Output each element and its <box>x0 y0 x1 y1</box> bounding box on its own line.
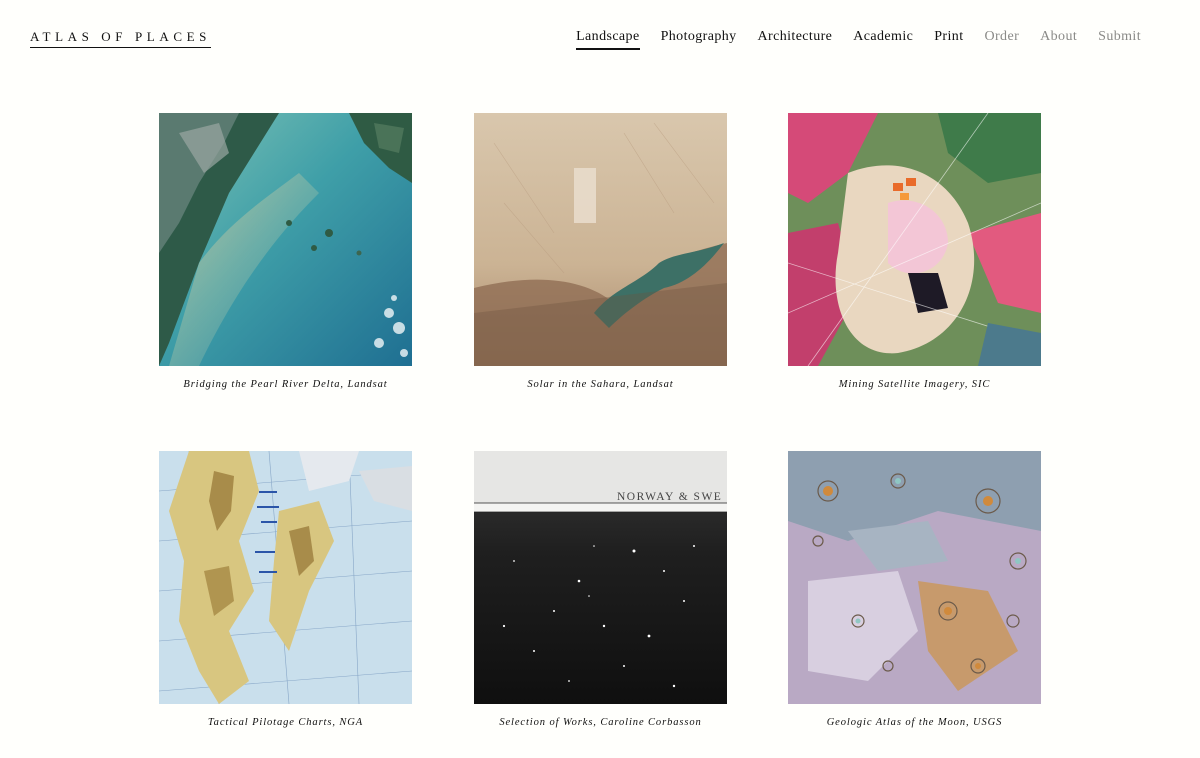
star-chart-photo-image: NORWAY & SWE <box>474 451 727 704</box>
false-color-mining-image <box>788 113 1041 366</box>
gallery-thumbnail[interactable] <box>159 451 412 704</box>
nav-item-photography[interactable]: Photography <box>661 29 737 50</box>
gallery-item[interactable]: Solar in the Sahara, Landsat <box>474 113 727 390</box>
gallery-caption[interactable]: Tactical Pilotage Charts, NGA <box>159 717 412 728</box>
gallery-item[interactable]: Geologic Atlas of the Moon, USGS <box>788 451 1041 728</box>
nav-item-submit[interactable]: Submit <box>1098 29 1141 50</box>
lunar-geologic-map-image <box>788 451 1041 704</box>
site-header: ATLAS OF PLACES Landscape Photography Ar… <box>0 0 1200 80</box>
gallery-thumbnail[interactable] <box>159 113 412 366</box>
nav-item-order[interactable]: Order <box>984 29 1019 50</box>
satellite-river-delta-image <box>159 113 412 366</box>
nav-item-architecture[interactable]: Architecture <box>758 29 833 50</box>
gallery-item[interactable]: NORWAY & SWE Selection of Works, Carolin… <box>474 451 727 728</box>
gallery-item[interactable]: Tactical Pilotage Charts, NGA <box>159 451 412 728</box>
gallery-thumbnail[interactable] <box>788 113 1041 366</box>
main-nav: Landscape Photography Architecture Acade… <box>576 29 1141 50</box>
gallery-caption[interactable]: Selection of Works, Caroline Corbasson <box>474 717 727 728</box>
map-header-text: NORWAY & SWE <box>617 491 722 503</box>
site-logo[interactable]: ATLAS OF PLACES <box>30 29 211 48</box>
gallery-item[interactable]: Bridging the Pearl River Delta, Landsat <box>159 113 412 390</box>
gallery-caption[interactable]: Solar in the Sahara, Landsat <box>474 379 727 390</box>
gallery-caption[interactable]: Mining Satellite Imagery, SIC <box>788 379 1041 390</box>
nav-item-print[interactable]: Print <box>934 29 963 50</box>
nav-item-landscape[interactable]: Landscape <box>576 29 640 50</box>
gallery-caption[interactable]: Bridging the Pearl River Delta, Landsat <box>159 379 412 390</box>
gallery-thumbnail[interactable] <box>788 451 1041 704</box>
satellite-desert-lake-image <box>474 113 727 366</box>
nav-item-about[interactable]: About <box>1040 29 1077 50</box>
gallery-caption[interactable]: Geologic Atlas of the Moon, USGS <box>788 717 1041 728</box>
gallery-item[interactable]: Mining Satellite Imagery, SIC <box>788 113 1041 390</box>
gallery-thumbnail[interactable] <box>474 113 727 366</box>
nav-item-academic[interactable]: Academic <box>853 29 913 50</box>
gallery-thumbnail[interactable]: NORWAY & SWE <box>474 451 727 704</box>
arctic-pilot-chart-image <box>159 451 412 704</box>
